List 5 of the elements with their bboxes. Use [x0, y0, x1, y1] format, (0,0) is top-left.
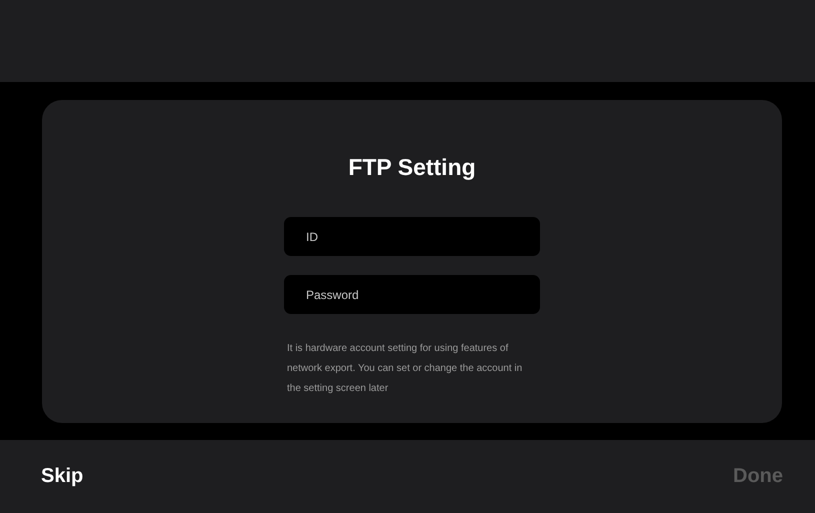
password-field[interactable]: Password — [284, 275, 540, 314]
skip-button[interactable]: Skip — [41, 465, 84, 488]
dialog-title: FTP Setting — [348, 154, 476, 181]
hint-text: It is hardware account setting for using features of network export. You can set or change the account in the setting screen later — [287, 342, 524, 396]
id-field[interactable]: ID — [284, 217, 540, 256]
